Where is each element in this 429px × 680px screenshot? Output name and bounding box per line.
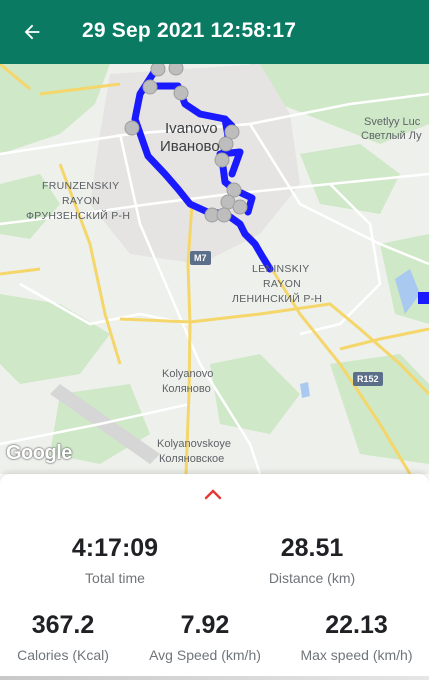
max-speed-value: 22.13 — [325, 611, 388, 639]
avg-speed-label: Avg Speed (km/h) — [149, 647, 261, 663]
stat-calories: 367.2 Calories (Kcal) — [4, 610, 122, 664]
activity-datetime-title: 29 Sep 2021 12:58:17 — [82, 19, 297, 42]
arrow-left-icon — [24, 24, 40, 40]
route-map[interactable]: Ivanovo Иваново FRUNZENSKIY RAYON ФРУНЗЕ… — [0, 64, 429, 474]
map-label-kolyanovo-en: Kolyanovo — [162, 368, 214, 380]
map-label-frunzensky-en-1: FRUNZENSKIY — [42, 180, 120, 192]
app-header: 29 Sep 2021 12:58:17 — [0, 0, 429, 64]
calories-value: 367.2 — [31, 611, 95, 639]
road-shield-m7: M7 — [190, 251, 211, 265]
google-attribution-logo: Google — [6, 442, 72, 464]
bottom-divider — [0, 676, 429, 680]
max-speed-label: Max speed (km/h) — [300, 647, 413, 663]
distance-value: 28.51 — [280, 534, 344, 562]
map-label-frunzensky-en-2: RAYON — [62, 195, 101, 207]
total-time-label: Total time — [85, 570, 145, 586]
stat-max-speed: 22.13 Max speed (km/h) — [284, 610, 429, 664]
map-label-ivanovo-en: Ivanovo — [165, 120, 218, 137]
map-label-ivanovo-ru: Иваново — [160, 138, 220, 155]
chevron-up-icon[interactable] — [204, 488, 222, 500]
stat-distance: 28.51 Distance (km) — [237, 533, 387, 587]
avg-speed-value: 7.92 — [180, 611, 230, 639]
map-label-kolyanovskoye-en: Kolyanovskoye — [157, 438, 231, 450]
stat-total-time: 4:17:09 Total time — [40, 533, 190, 587]
stat-avg-speed: 7.92 Avg Speed (km/h) — [130, 610, 280, 664]
map-label-leninsky-en-2: RAYON — [263, 278, 302, 290]
map-label-kolyanovo-ru: Колянoво — [162, 383, 211, 395]
map-label-svetlyy-en: Svetlyy Luc — [364, 116, 421, 128]
map-label-kolyanovskoye-ru: Коляновское — [159, 453, 225, 465]
calories-label: Calories (Kcal) — [17, 647, 109, 663]
road-shield-r152: R152 — [353, 372, 383, 386]
total-time-value: 4:17:09 — [71, 534, 159, 562]
map-label-leninsky-ru: ЛЕНИНСКИЙ Р-Н — [232, 293, 323, 305]
distance-label: Distance (km) — [268, 570, 356, 586]
map-label-frunzensky-ru: ФРУНЗЕНСКИЙ Р-Н — [26, 210, 131, 222]
back-button[interactable] — [18, 18, 46, 46]
map-label-leninsky-en-1: LENINSKIY — [252, 263, 310, 275]
map-label-svetlyy-ru: Светлый Лу — [361, 130, 422, 142]
